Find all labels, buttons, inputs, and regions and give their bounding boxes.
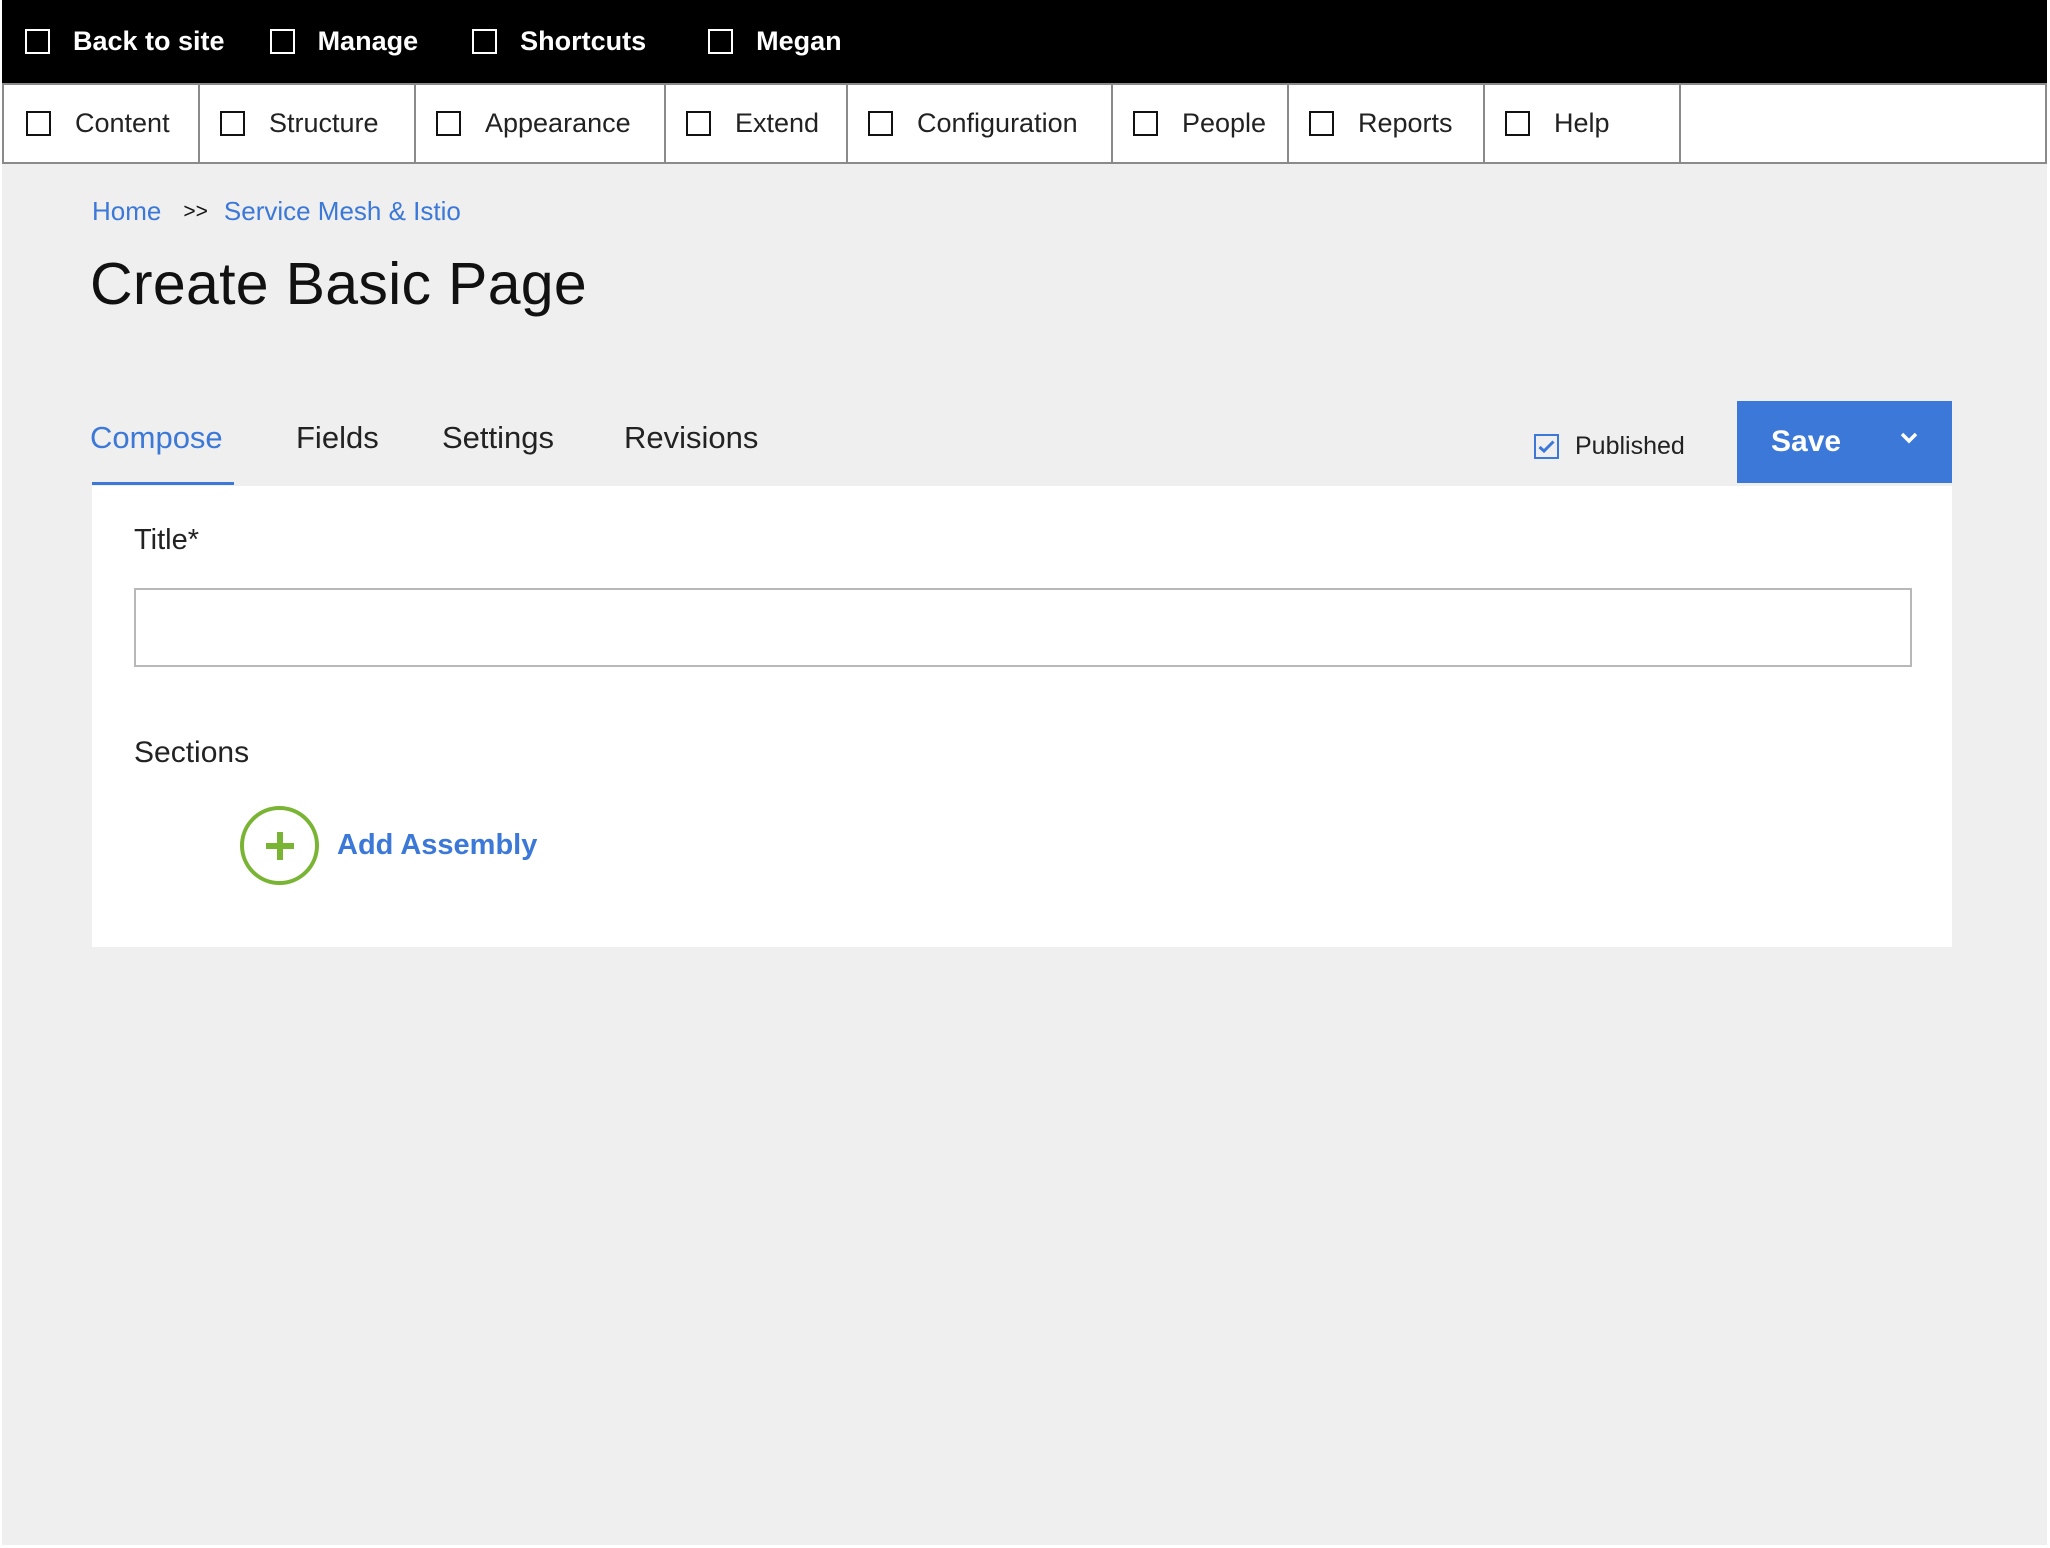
nav-item-extend[interactable]: Extend bbox=[666, 85, 848, 162]
checkbox-icon bbox=[25, 29, 50, 54]
nav-item-reports[interactable]: Reports bbox=[1289, 85, 1485, 162]
checkbox-icon bbox=[708, 29, 734, 54]
published-label: Published bbox=[1575, 432, 1685, 460]
toolbar-back-to-site[interactable]: Back to site bbox=[25, 0, 225, 83]
toolbar-shortcuts[interactable]: Shortcuts bbox=[472, 0, 646, 83]
checkbox-icon bbox=[868, 111, 893, 136]
admin-menu: Content Structure Appearance Extend Conf… bbox=[2, 83, 2047, 164]
title-field-label: Title* bbox=[134, 524, 199, 556]
toolbar-manage[interactable]: Manage bbox=[269, 0, 419, 83]
checkbox-icon bbox=[436, 111, 461, 136]
nav-item-people[interactable]: People bbox=[1113, 85, 1289, 162]
nav-item-label: Content bbox=[75, 108, 170, 138]
save-button[interactable]: Save bbox=[1737, 401, 1952, 483]
breadcrumb-separator: >> bbox=[183, 199, 208, 223]
checkbox-icon bbox=[472, 29, 498, 54]
checkbox-icon bbox=[26, 111, 51, 136]
nav-item-label: Configuration bbox=[917, 108, 1078, 138]
toolbar-item-label: Shortcuts bbox=[520, 26, 647, 56]
breadcrumb-home-link[interactable]: Home bbox=[92, 196, 161, 227]
admin-page: Back to site Manage Shortcuts Megan Cont… bbox=[2, 0, 2047, 1545]
nav-item-configuration[interactable]: Configuration bbox=[848, 85, 1113, 162]
check-icon bbox=[1538, 440, 1555, 453]
checkbox-icon bbox=[269, 29, 295, 54]
add-assembly-button[interactable]: Add Assembly bbox=[240, 806, 537, 885]
sections-label: Sections bbox=[134, 736, 250, 769]
page-title: Create Basic Page bbox=[90, 251, 588, 317]
toolbar-user-megan[interactable]: Megan bbox=[708, 0, 842, 83]
published-checkbox[interactable] bbox=[1534, 434, 1559, 459]
nav-item-label: Appearance bbox=[485, 108, 631, 138]
nav-item-label: Reports bbox=[1358, 108, 1453, 138]
checkbox-icon bbox=[220, 111, 245, 136]
checkbox-icon bbox=[1133, 111, 1158, 136]
tab-revisions[interactable]: Revisions bbox=[624, 420, 758, 456]
toolbar-item-label: Back to site bbox=[73, 26, 225, 56]
checkbox-icon bbox=[1505, 111, 1530, 136]
add-circle-icon bbox=[240, 806, 319, 885]
save-button-label: Save bbox=[1771, 425, 1842, 458]
nav-item-appearance[interactable]: Appearance bbox=[416, 85, 666, 162]
nav-item-label: Structure bbox=[269, 108, 379, 138]
tab-fields[interactable]: Fields bbox=[296, 420, 379, 456]
checkbox-icon bbox=[1309, 111, 1334, 136]
active-tab-indicator bbox=[92, 482, 234, 485]
breadcrumb-current-link[interactable]: Service Mesh & Istio bbox=[224, 196, 461, 227]
compose-form: Title* Sections Add Assembly bbox=[92, 486, 1952, 947]
toolbar-item-label: Megan bbox=[756, 26, 842, 56]
title-field[interactable] bbox=[134, 588, 1912, 667]
published-toggle[interactable]: Published bbox=[1534, 432, 1685, 461]
tab-settings[interactable]: Settings bbox=[442, 420, 554, 456]
nav-item-structure[interactable]: Structure bbox=[200, 85, 416, 162]
nav-item-label: People bbox=[1182, 108, 1267, 138]
admin-toolbar: Back to site Manage Shortcuts Megan bbox=[2, 0, 2047, 83]
checkbox-icon bbox=[686, 111, 711, 136]
nav-item-label: Help bbox=[1554, 108, 1610, 138]
toolbar-item-label: Manage bbox=[317, 26, 419, 56]
nav-item-content[interactable]: Content bbox=[4, 85, 200, 162]
nav-item-help[interactable]: Help bbox=[1485, 85, 1681, 162]
tab-compose[interactable]: Compose bbox=[90, 420, 223, 456]
add-assembly-label: Add Assembly bbox=[337, 829, 538, 861]
nav-item-label: Extend bbox=[735, 108, 820, 138]
chevron-down-icon[interactable] bbox=[1900, 432, 1918, 444]
breadcrumb: Home >> Service Mesh & Istio bbox=[92, 196, 461, 227]
